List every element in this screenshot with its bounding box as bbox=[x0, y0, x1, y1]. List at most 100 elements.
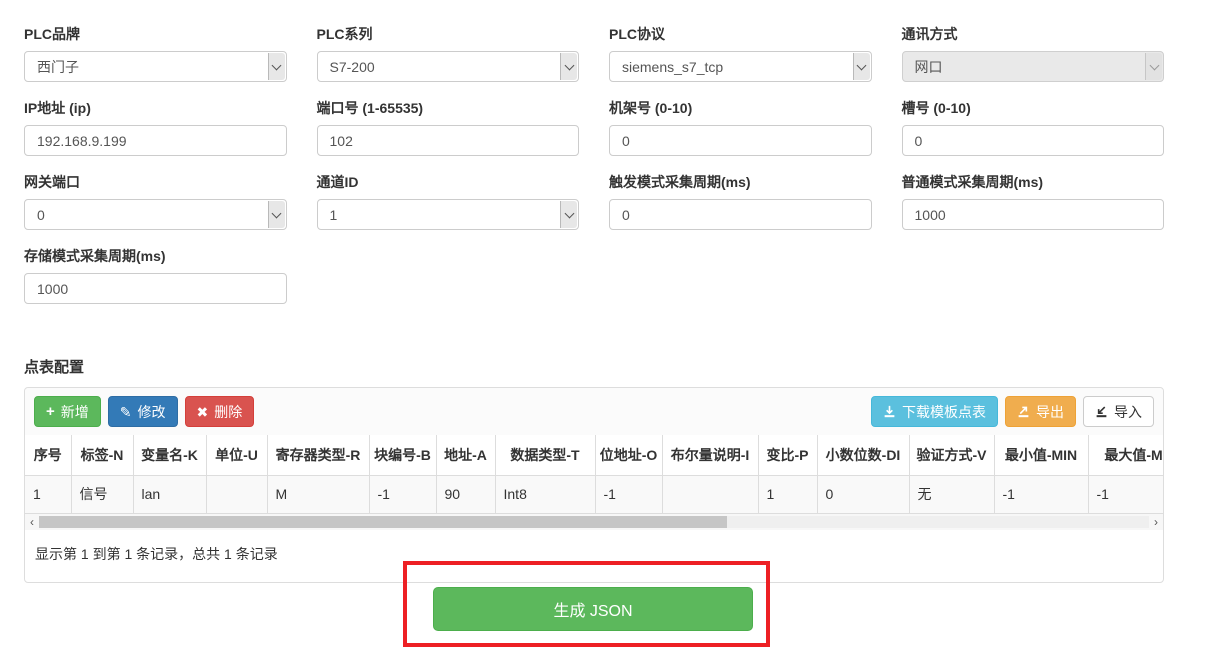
scrollbar-track[interactable] bbox=[39, 516, 1149, 528]
column-header[interactable]: 块编号-B bbox=[369, 435, 436, 475]
record-summary: 显示第 1 到第 1 条记录，总共 1 条记录 bbox=[25, 530, 1163, 582]
table-cell: 90 bbox=[436, 475, 495, 513]
download-template-label: 下载模板点表 bbox=[902, 402, 986, 422]
download-icon bbox=[883, 405, 896, 418]
rack-number-group: 机架号 (0-10) bbox=[609, 98, 872, 156]
delete-button-label: 删除 bbox=[214, 402, 242, 422]
import-icon bbox=[1095, 405, 1108, 418]
column-header[interactable]: 变量名-K bbox=[133, 435, 206, 475]
plc-config-page: PLC品牌西门子 PLC系列S7-200 PLC协议 siemens_s7_tcp 通讯… bbox=[0, 0, 1188, 583]
point-table-panel: + 新增 ✎ 修改 ✖ 删除 下载模板点表 导出 导入 bbox=[24, 387, 1164, 583]
gateway-port-select[interactable]: 0 bbox=[24, 199, 287, 230]
plc-protocol-label: PLC协议 bbox=[609, 24, 872, 44]
column-header[interactable]: 地址-A bbox=[436, 435, 495, 475]
table-cell: 信号 bbox=[71, 475, 133, 513]
add-button[interactable]: + 新增 bbox=[34, 396, 101, 427]
comm-method-group: 通讯方式网口 bbox=[902, 24, 1165, 82]
port-number-label: 端口号 (1-65535) bbox=[317, 98, 580, 118]
table-cell bbox=[206, 475, 267, 513]
table-row[interactable]: 1信号lanM-190Int8-110无-1-1 bbox=[25, 475, 1163, 513]
point-table-toolbar: + 新增 ✎ 修改 ✖ 删除 下载模板点表 导出 导入 bbox=[25, 388, 1163, 435]
table-cell: 1 bbox=[25, 475, 71, 513]
edit-button[interactable]: ✎ 修改 bbox=[108, 396, 178, 427]
table-cell: 无 bbox=[909, 475, 994, 513]
storage-period-input[interactable] bbox=[24, 273, 287, 304]
delete-button[interactable]: ✖ 删除 bbox=[185, 396, 255, 427]
channel-id-select[interactable]: 1 bbox=[317, 199, 580, 230]
table-cell: -1 bbox=[595, 475, 662, 513]
column-header[interactable]: 标签-N bbox=[71, 435, 133, 475]
column-header[interactable]: 小数位数-DI bbox=[817, 435, 909, 475]
chevron-down-icon bbox=[268, 53, 285, 80]
point-table-wrap: 序号标签-N变量名-K单位-U寄存器类型-R块编号-B地址-A数据类型-T位地址… bbox=[25, 435, 1163, 514]
normal-period-group: 普通模式采集周期(ms) bbox=[902, 172, 1165, 230]
comm-method-select: 网口 bbox=[902, 51, 1165, 82]
generate-json-button[interactable]: 生成 JSON bbox=[433, 587, 753, 631]
ip-address-input[interactable] bbox=[24, 125, 287, 156]
normal-period-input[interactable] bbox=[902, 199, 1165, 230]
add-button-label: 新增 bbox=[61, 402, 89, 422]
export-button[interactable]: 导出 bbox=[1005, 396, 1076, 427]
pencil-icon: ✎ bbox=[120, 405, 132, 419]
column-header[interactable]: 序号 bbox=[25, 435, 71, 475]
table-cell: Int8 bbox=[495, 475, 595, 513]
column-header[interactable]: 位地址-O bbox=[595, 435, 662, 475]
scrollbar-thumb[interactable] bbox=[39, 516, 727, 528]
chevron-down-icon bbox=[268, 201, 285, 228]
scroll-right-icon[interactable]: › bbox=[1149, 515, 1163, 529]
column-header[interactable]: 最大值-MAX bbox=[1088, 435, 1163, 475]
channel-id-group: 通道ID1 bbox=[317, 172, 580, 230]
port-number-group: 端口号 (1-65535) bbox=[317, 98, 580, 156]
column-header[interactable]: 寄存器类型-R bbox=[267, 435, 369, 475]
table-cell: -1 bbox=[1088, 475, 1163, 513]
plc-brand-select[interactable]: 西门子 bbox=[24, 51, 287, 82]
channel-id-value: 1 bbox=[330, 207, 567, 223]
column-header[interactable]: 布尔量说明-I bbox=[662, 435, 758, 475]
table-cell: 1 bbox=[758, 475, 817, 513]
download-template-button[interactable]: 下载模板点表 bbox=[871, 396, 998, 427]
gateway-port-value: 0 bbox=[37, 207, 274, 223]
column-header[interactable]: 验证方式-V bbox=[909, 435, 994, 475]
chevron-down-icon bbox=[560, 201, 577, 228]
point-table-body: 1信号lanM-190Int8-110无-1-1 bbox=[25, 475, 1163, 513]
ip-address-group: IP地址 (ip) bbox=[24, 98, 287, 156]
table-cell: 0 bbox=[817, 475, 909, 513]
plc-series-select[interactable]: S7-200 bbox=[317, 51, 580, 82]
chevron-down-icon bbox=[1145, 53, 1162, 80]
ip-address-label: IP地址 (ip) bbox=[24, 98, 287, 118]
comm-method-value: 网口 bbox=[915, 57, 1152, 77]
column-header[interactable]: 数据类型-T bbox=[495, 435, 595, 475]
rack-number-input[interactable] bbox=[609, 125, 872, 156]
edit-button-label: 修改 bbox=[138, 402, 166, 422]
point-table: 序号标签-N变量名-K单位-U寄存器类型-R块编号-B地址-A数据类型-T位地址… bbox=[25, 435, 1163, 514]
column-header[interactable]: 变比-P bbox=[758, 435, 817, 475]
gateway-port-label: 网关端口 bbox=[24, 172, 287, 192]
table-cell: -1 bbox=[369, 475, 436, 513]
trigger-period-group: 触发模式采集周期(ms) bbox=[609, 172, 872, 230]
point-table-header-row: 序号标签-N变量名-K单位-U寄存器类型-R块编号-B地址-A数据类型-T位地址… bbox=[25, 435, 1163, 475]
plc-protocol-value: siemens_s7_tcp bbox=[622, 59, 859, 75]
table-cell: -1 bbox=[994, 475, 1088, 513]
export-icon bbox=[1017, 405, 1030, 418]
comm-method-label: 通讯方式 bbox=[902, 24, 1165, 44]
plc-protocol-group: PLC协议 siemens_s7_tcp bbox=[609, 24, 872, 82]
column-header[interactable]: 单位-U bbox=[206, 435, 267, 475]
scroll-left-icon[interactable]: ‹ bbox=[25, 515, 39, 529]
table-cell: M bbox=[267, 475, 369, 513]
x-icon: ✖ bbox=[197, 405, 209, 419]
import-button[interactable]: 导入 bbox=[1083, 396, 1154, 427]
trigger-period-input[interactable] bbox=[609, 199, 872, 230]
port-number-input[interactable] bbox=[317, 125, 580, 156]
point-table-title: 点表配置 bbox=[24, 356, 1164, 377]
plc-brand-label: PLC品牌 bbox=[24, 24, 287, 44]
slot-number-input[interactable] bbox=[902, 125, 1165, 156]
storage-period-label: 存储模式采集周期(ms) bbox=[24, 246, 287, 266]
chevron-down-icon bbox=[560, 53, 577, 80]
horizontal-scrollbar[interactable]: ‹ › bbox=[25, 514, 1163, 530]
storage-period-group: 存储模式采集周期(ms) bbox=[24, 246, 287, 304]
plus-icon: + bbox=[46, 404, 55, 419]
plc-protocol-select[interactable]: siemens_s7_tcp bbox=[609, 51, 872, 82]
plc-series-group: PLC系列S7-200 bbox=[317, 24, 580, 82]
column-header[interactable]: 最小值-MIN bbox=[994, 435, 1088, 475]
plc-form: PLC品牌西门子 PLC系列S7-200 PLC协议 siemens_s7_tcp 通讯… bbox=[24, 24, 1164, 304]
